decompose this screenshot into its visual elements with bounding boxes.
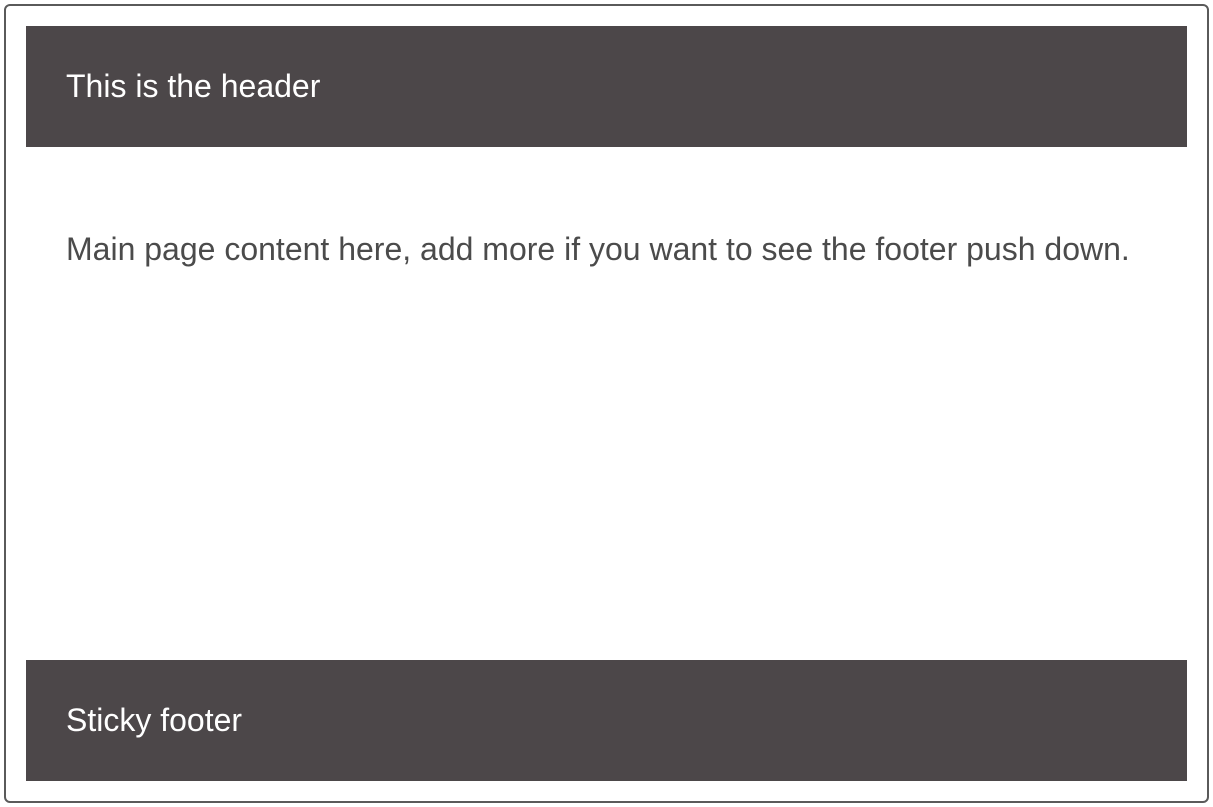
page-footer: Sticky footer (26, 660, 1187, 781)
main-content-text: Main page content here, add more if you … (66, 225, 1147, 275)
layout-frame: This is the header Main page content her… (4, 4, 1209, 803)
page-header: This is the header (26, 26, 1187, 147)
footer-label: Sticky footer (66, 702, 242, 738)
header-title: This is the header (66, 68, 320, 104)
main-content: Main page content here, add more if you … (26, 147, 1187, 660)
